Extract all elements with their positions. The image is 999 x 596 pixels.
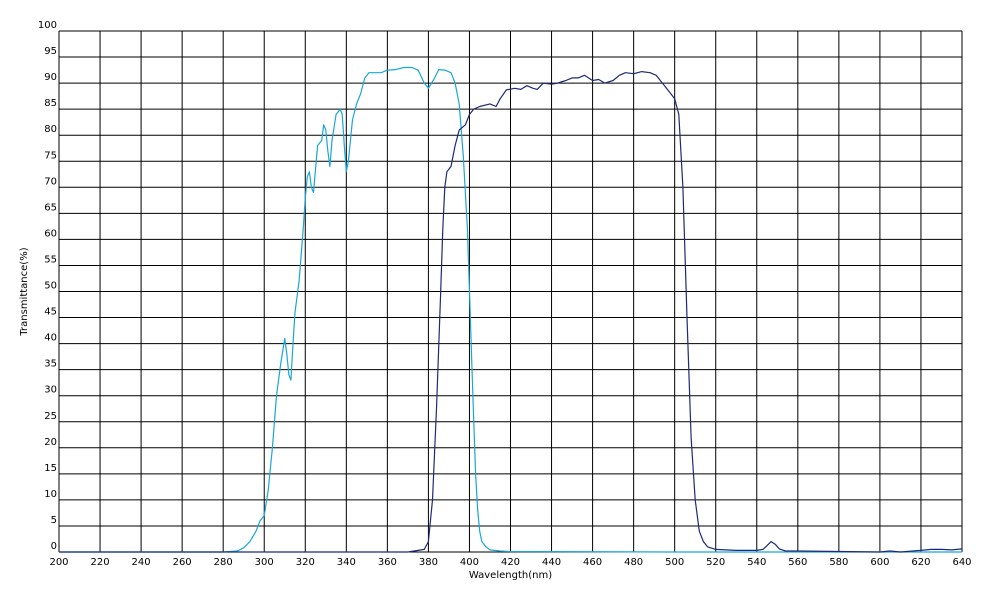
grid-lines <box>58 30 963 553</box>
x-tick-label: 380 <box>419 557 438 568</box>
x-tick-label: 240 <box>132 557 151 568</box>
y-tick-label: 70 <box>44 176 57 187</box>
x-tick-label: 520 <box>706 557 725 568</box>
y-tick-label: 65 <box>44 202 57 213</box>
y-tick-label: 20 <box>44 437 57 448</box>
y-tick-label: 45 <box>44 307 57 318</box>
y-tick-labels: 0 5 10 15 20 25 30 35 40 45 50 55 60 65 70 75 80 85 90 95 10… <box>38 20 57 552</box>
y-tick-label: 40 <box>44 333 57 344</box>
y-tick-label: 60 <box>44 228 57 239</box>
x-tick-label: 200 <box>49 557 68 568</box>
y-axis-label: Transmittance(%) <box>19 247 30 336</box>
x-axis-label: Wavelength(nm) <box>469 570 552 581</box>
x-tick-label: 500 <box>665 557 684 568</box>
y-tick-label: 75 <box>44 150 57 161</box>
x-tick-label: 400 <box>460 557 479 568</box>
x-tick-labels: 200 220 240 260 280 300 320 340 360 380 400 420 440 4… <box>49 557 971 568</box>
y-tick-label: 50 <box>44 281 57 292</box>
x-tick-label: 480 <box>624 557 643 568</box>
x-tick-label: 560 <box>788 557 807 568</box>
x-tick-label: 300 <box>255 557 274 568</box>
x-tick-label: 640 <box>952 557 971 568</box>
x-tick-label: 580 <box>829 557 848 568</box>
y-tick-label: 100 <box>38 20 57 31</box>
y-tick-label: 95 <box>44 46 57 57</box>
y-tick-label: 25 <box>44 411 57 422</box>
x-tick-label: 540 <box>747 557 766 568</box>
x-tick-label: 220 <box>90 557 109 568</box>
x-tick-label: 280 <box>214 557 233 568</box>
x-tick-label: 600 <box>870 557 889 568</box>
y-tick-label: 0 <box>51 541 57 552</box>
y-tick-label: 85 <box>44 98 57 109</box>
x-tick-label: 260 <box>173 557 192 568</box>
x-tick-label: 440 <box>542 557 561 568</box>
y-tick-label: 80 <box>44 124 57 135</box>
x-tick-label: 320 <box>296 557 315 568</box>
y-tick-label: 5 <box>51 515 57 526</box>
y-tick-label: 30 <box>44 385 57 396</box>
y-tick-label: 55 <box>44 254 57 265</box>
x-tick-label: 360 <box>378 557 397 568</box>
x-tick-label: 340 <box>337 557 356 568</box>
x-tick-label: 420 <box>501 557 520 568</box>
x-tick-label: 620 <box>911 557 930 568</box>
y-tick-label: 35 <box>44 359 57 370</box>
x-tick-label: 460 <box>583 557 602 568</box>
y-tick-label: 10 <box>44 489 57 500</box>
transmittance-chart: 200 220 240 260 280 300 320 340 360 380 400 420 440 4… <box>19 20 972 581</box>
y-tick-label: 90 <box>44 72 57 83</box>
y-tick-label: 15 <box>44 463 57 474</box>
